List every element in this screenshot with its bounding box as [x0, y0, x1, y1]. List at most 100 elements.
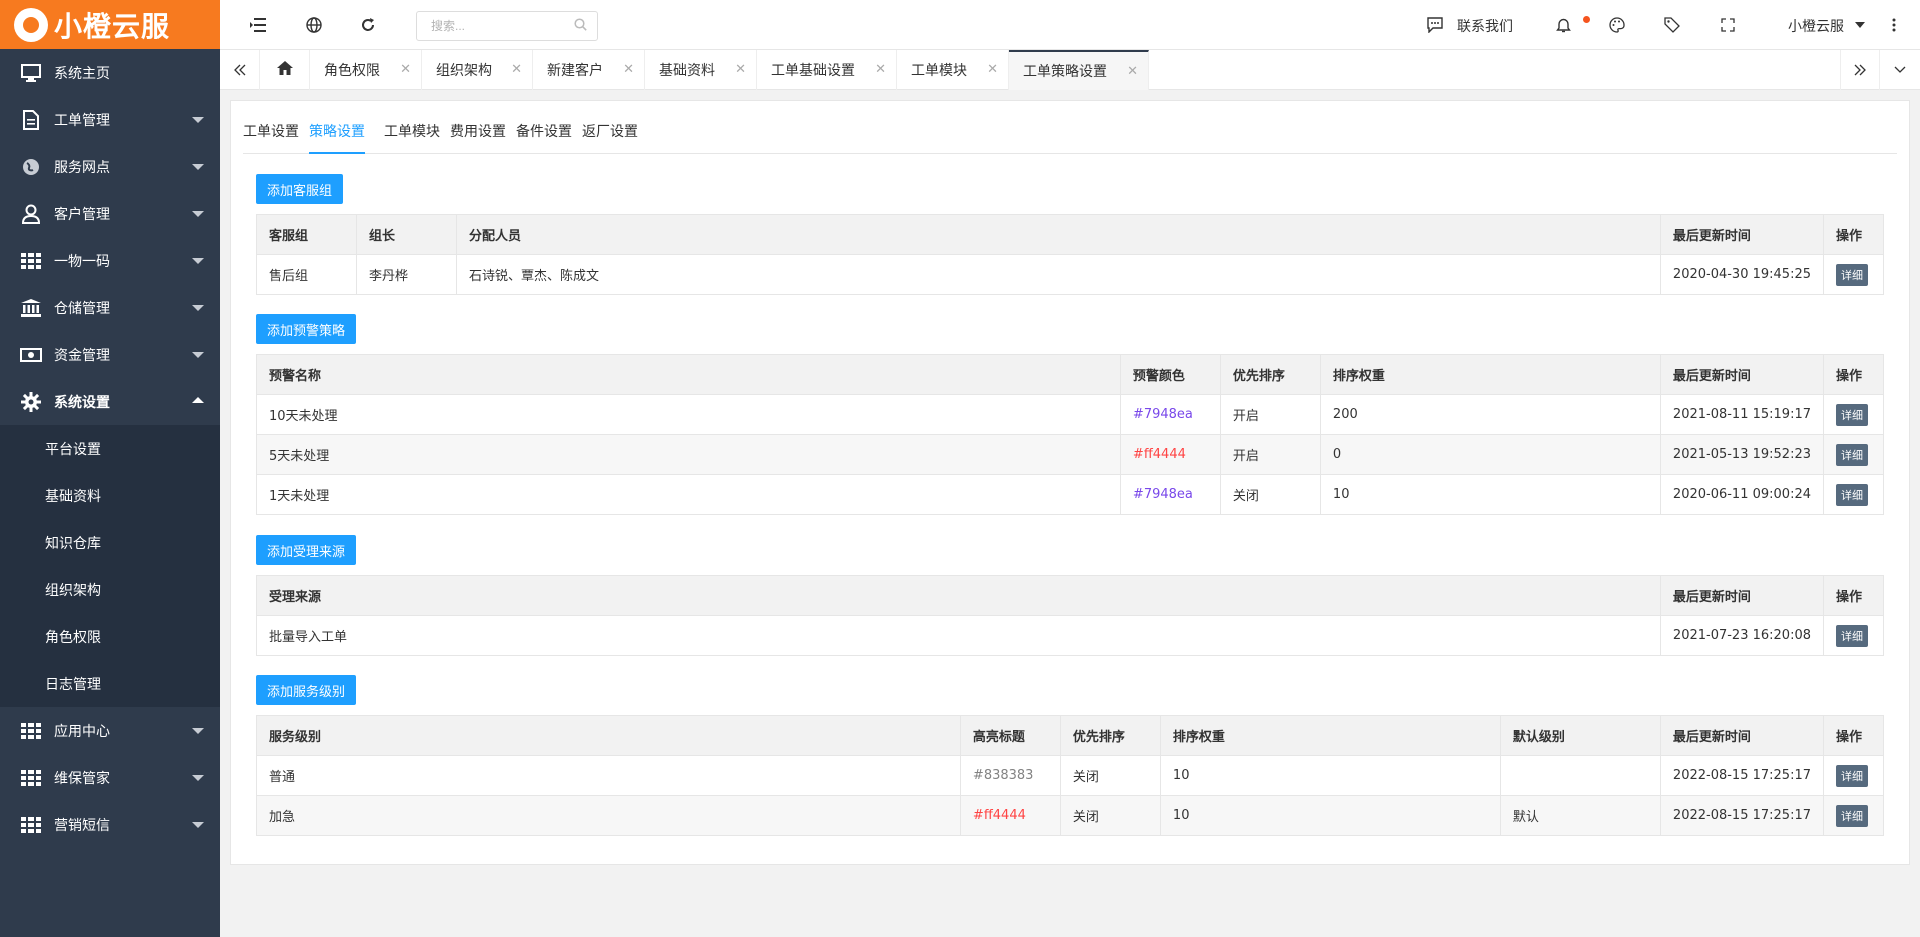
user-icon [20, 204, 42, 224]
close-icon[interactable]: ✕ [400, 62, 411, 77]
alert-name: 10天未处理 [256, 394, 1121, 435]
sidebar-item-home[interactable]: 系统主页 [0, 49, 220, 96]
tab-new-customer[interactable]: 新建客户 ✕ [533, 50, 645, 90]
priority-status: 关闭 [1219, 474, 1321, 515]
close-icon[interactable]: ✕ [511, 62, 522, 77]
submenu-item-logs[interactable]: 日志管理 [0, 660, 220, 707]
sidebar-item-settings[interactable]: 系统设置 [0, 378, 220, 425]
column-header: 最后更新时间 [1659, 214, 1825, 255]
monitor-icon [20, 63, 42, 83]
chevron-down-icon [192, 305, 204, 311]
tab-label: 新建客户 [547, 63, 603, 79]
chevron-down-icon [192, 117, 204, 123]
add-service-group-button[interactable]: 添加客服组 [256, 174, 344, 204]
sidebar-item-label: 一物一码 [54, 253, 110, 270]
detail-button[interactable]: 详细 [1836, 483, 1868, 506]
table-header-row: 预警名称 预警颜色 优先排序 排序权重 最后更新时间 操作 [256, 354, 1884, 395]
tabs-scroll-right-button[interactable] [1840, 50, 1880, 90]
sidebar-item-funds[interactable]: 资金管理 [0, 331, 220, 378]
menu-toggle-icon[interactable] [248, 15, 268, 35]
subtab-parts-settings[interactable]: 备件设置 [516, 111, 572, 154]
sidebar-item-label: 应用中心 [54, 723, 110, 740]
close-icon[interactable]: ✕ [623, 62, 634, 77]
priority-status: 开启 [1219, 434, 1321, 475]
tab-ticket-modules[interactable]: 工单模块 ✕ [897, 50, 1009, 90]
logo-icon [14, 7, 48, 42]
tab-roles[interactable]: 角色权限 ✕ [310, 50, 422, 90]
sidebar-item-maintenance[interactable]: 维保管家 [0, 754, 220, 801]
caret-down-icon[interactable] [1850, 15, 1870, 35]
column-header: 最后更新时间 [1659, 715, 1825, 756]
add-service-level-button[interactable]: 添加服务级别 [256, 675, 357, 705]
search-icon[interactable] [574, 18, 587, 35]
tabs-dropdown-button[interactable] [1880, 50, 1920, 90]
subtab-strategy-settings[interactable]: 策略设置 [309, 111, 365, 154]
refresh-icon[interactable] [358, 15, 378, 35]
subtab-fee-settings[interactable]: 费用设置 [450, 111, 506, 154]
tab-home[interactable] [260, 50, 310, 90]
add-source-button[interactable]: 添加受理来源 [256, 535, 357, 565]
subtab-ticket-settings[interactable]: 工单设置 [243, 111, 299, 154]
close-icon[interactable]: ✕ [1127, 64, 1138, 79]
detail-button[interactable]: 详细 [1836, 443, 1868, 466]
sidebar-item-sms[interactable]: 营销短信 [0, 801, 220, 848]
column-header: 预警名称 [256, 354, 1121, 395]
tag-icon[interactable] [1662, 15, 1682, 35]
column-header: 排序权重 [1159, 715, 1501, 756]
detail-button[interactable]: 详细 [1836, 403, 1868, 426]
more-vertical-icon[interactable] [1884, 15, 1904, 35]
column-header: 受理来源 [256, 575, 1661, 616]
column-header: 最后更新时间 [1659, 354, 1825, 395]
sidebar-item-customers[interactable]: 客户管理 [0, 190, 220, 237]
tab-org[interactable]: 组织架构 ✕ [422, 50, 533, 90]
column-header: 客服组 [256, 214, 357, 255]
subtab-ticket-modules[interactable]: 工单模块 [384, 111, 440, 154]
sidebar-item-warehouse[interactable]: 仓储管理 [0, 284, 220, 331]
submenu-item-knowledge[interactable]: 知识仓库 [0, 519, 220, 566]
contact-us-link[interactable]: 联系我们 [1457, 16, 1513, 36]
submenu-item-org[interactable]: 组织架构 [0, 566, 220, 613]
tab-ticket-strategy-settings[interactable]: 工单策略设置 ✕ [1009, 50, 1149, 90]
globe-icon[interactable] [304, 15, 324, 35]
alert-color: #ff4444 [1119, 434, 1221, 475]
user-menu[interactable]: 小橙云服 [1788, 16, 1844, 36]
updated-time: 2022-08-15 17:25:17 [1659, 795, 1825, 836]
priority-status: 开启 [1219, 394, 1321, 435]
detail-button[interactable]: 详细 [1836, 764, 1868, 787]
tab-label: 工单策略设置 [1023, 64, 1107, 80]
bell-icon[interactable] [1553, 15, 1573, 35]
sidebar-item-label: 服务网点 [54, 159, 110, 176]
search-input[interactable] [416, 11, 598, 41]
detail-button[interactable]: 详细 [1836, 263, 1868, 286]
tab-ticket-basic-settings[interactable]: 工单基础设置 ✕ [757, 50, 897, 90]
sidebar-item-label: 营销短信 [54, 817, 110, 834]
sidebar-item-label: 仓储管理 [54, 300, 110, 317]
palette-icon[interactable] [1607, 15, 1627, 35]
column-header: 组长 [356, 214, 457, 255]
table-row: 10天未处理 #7948ea 开启 200 2021-08-11 15:19:1… [256, 394, 1884, 435]
gear-icon [20, 391, 42, 412]
tabs-scroll-left-button[interactable] [220, 50, 260, 90]
submenu-item-platform[interactable]: 平台设置 [0, 425, 220, 472]
sidebar-item-tickets[interactable]: 工单管理 [0, 96, 220, 143]
tab-basic-data[interactable]: 基础资料 ✕ [645, 50, 757, 90]
close-icon[interactable]: ✕ [735, 62, 746, 77]
detail-button[interactable]: 详细 [1836, 804, 1868, 827]
fullscreen-icon[interactable] [1718, 15, 1738, 35]
subtab-return-settings[interactable]: 返厂设置 [582, 111, 638, 154]
submenu-item-basic-data[interactable]: 基础资料 [0, 472, 220, 519]
sidebar-item-codes[interactable]: 一物一码 [0, 237, 220, 284]
add-alert-strategy-button[interactable]: 添加预警策略 [256, 314, 357, 344]
chevron-down-icon [192, 211, 204, 217]
logo[interactable]: 小橙云服 [0, 0, 220, 49]
chat-icon[interactable] [1425, 15, 1445, 35]
sidebar-item-app-center[interactable]: 应用中心 [0, 707, 220, 754]
close-icon[interactable]: ✕ [987, 62, 998, 77]
detail-button[interactable]: 详细 [1836, 624, 1868, 647]
chevron-up-icon [192, 397, 204, 403]
bank-icon [20, 298, 42, 318]
alert-name: 5天未处理 [256, 434, 1121, 475]
sidebar-item-service-points[interactable]: 服务网点 [0, 143, 220, 190]
close-icon[interactable]: ✕ [875, 62, 886, 77]
submenu-item-roles[interactable]: 角色权限 [0, 613, 220, 660]
